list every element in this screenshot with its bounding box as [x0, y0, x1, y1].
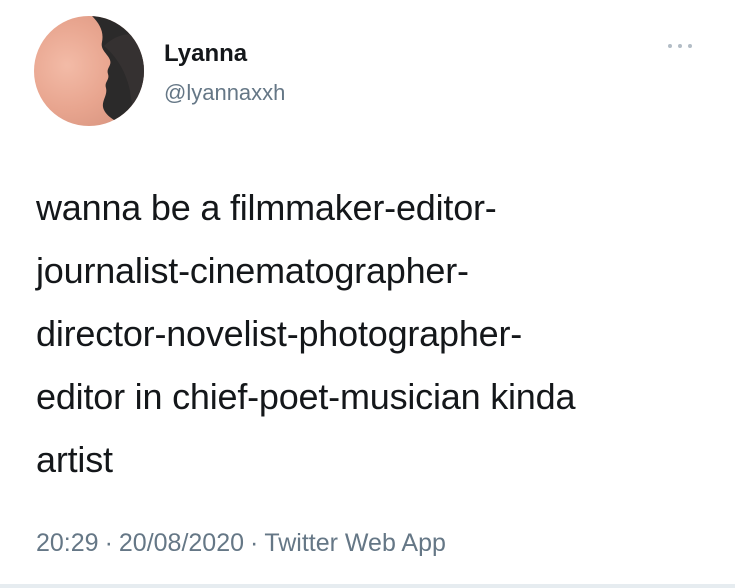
more-dot: [668, 44, 672, 48]
more-dot: [688, 44, 692, 48]
tweet-time[interactable]: 20:29: [36, 529, 99, 557]
tweet-meta: 20:29 · 20/08/2020 · Twitter Web App: [36, 528, 446, 558]
avatar[interactable]: [34, 16, 144, 126]
display-name[interactable]: Lyanna: [164, 40, 247, 68]
user-handle[interactable]: @lyannaxxh: [164, 80, 285, 106]
divider: [0, 584, 735, 588]
meta-separator: ·: [250, 529, 259, 557]
tweet-date[interactable]: 20/08/2020: [119, 529, 244, 557]
tweet-text: wanna be a filmmaker-editor- journalist-…: [36, 187, 576, 480]
tweet-source[interactable]: Twitter Web App: [264, 529, 446, 557]
avatar-image: [92, 16, 144, 126]
more-dot: [678, 44, 682, 48]
meta-separator: ·: [104, 529, 113, 557]
tweet-card: Lyanna @lyannaxxh wanna be a filmmaker-e…: [0, 0, 735, 588]
more-options-icon[interactable]: [668, 40, 692, 52]
